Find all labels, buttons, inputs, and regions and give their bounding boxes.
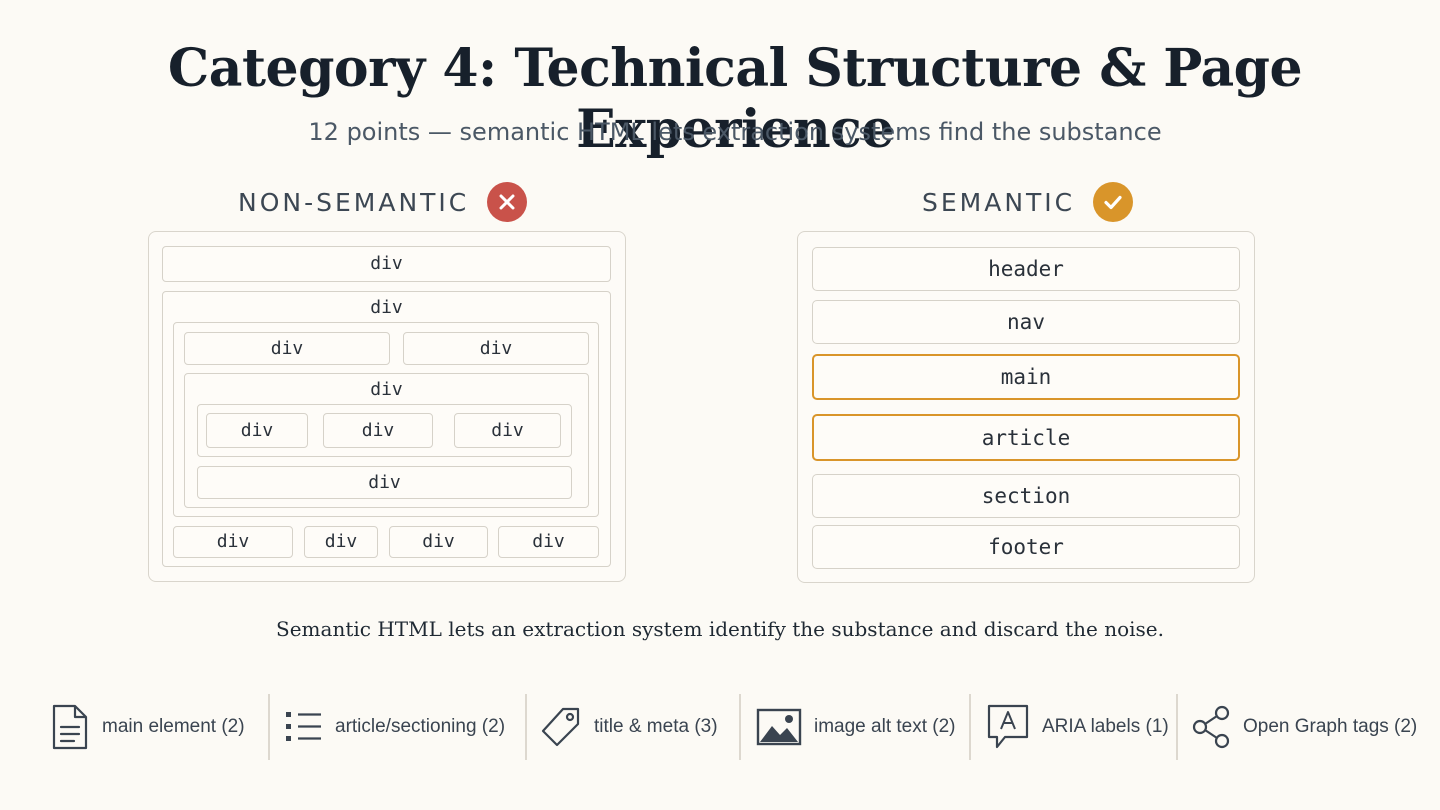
- legend-label: main element (2): [102, 716, 245, 737]
- div-box: div: [173, 526, 293, 558]
- legend-divider: [525, 694, 527, 760]
- semantic-element-nav: nav: [812, 300, 1240, 344]
- div-label: div: [422, 531, 455, 552]
- semantic-heading: SEMANTIC: [922, 182, 1134, 222]
- check-circle-icon: [1093, 182, 1134, 222]
- div-label: div: [240, 419, 274, 441]
- semantic-element-section: section: [812, 474, 1240, 518]
- legend-label: image alt text (2): [814, 716, 956, 737]
- image-icon: [756, 708, 802, 746]
- legend-label: Open Graph tags (2): [1243, 716, 1418, 737]
- legend-divider: [739, 694, 741, 760]
- div-label: div: [491, 419, 524, 441]
- legend-divider: [969, 694, 971, 760]
- div-box: div: [162, 246, 611, 282]
- div-label: div: [479, 337, 513, 359]
- div-box: div: [498, 526, 599, 558]
- semantic-element-label: article: [981, 425, 1071, 450]
- div-box: div: [197, 466, 572, 499]
- document-icon: [52, 704, 88, 750]
- div-label: div: [370, 253, 403, 274]
- legend-item-main-element: main element (2): [50, 692, 245, 762]
- speech-bubble-icon: [987, 704, 1029, 749]
- legend-item-aria-labels: ARIA labels (1): [986, 692, 1169, 762]
- div-label: div: [368, 471, 401, 493]
- semantic-element-label: footer: [988, 535, 1064, 559]
- legend-item-open-graph: Open Graph tags (2): [1191, 692, 1417, 762]
- div-label: div: [216, 531, 250, 552]
- div-label: div: [370, 297, 403, 318]
- caption: Semantic HTML lets an extraction system …: [276, 617, 1164, 641]
- list-icon: [286, 712, 321, 741]
- share-icon: [1192, 705, 1230, 749]
- tag-icon: [541, 707, 580, 747]
- page-subtitle: 12 points — semantic HTML lets extractio…: [308, 118, 1162, 146]
- semantic-element-header: header: [812, 247, 1240, 291]
- legend-label: article/sectioning (2): [335, 716, 506, 737]
- div-label: div: [270, 337, 304, 359]
- semantic-element-main: main: [812, 354, 1240, 400]
- semantic-element-article: article: [812, 414, 1240, 461]
- legend-label: ARIA labels (1): [1042, 716, 1169, 737]
- non-semantic-heading: NON-SEMANTIC: [238, 182, 528, 222]
- div-label: div: [324, 531, 358, 552]
- x-circle-icon: [487, 182, 528, 222]
- semantic-element-label: nav: [1007, 310, 1045, 334]
- div-box: div: [403, 332, 589, 365]
- div-box: div: [304, 526, 378, 558]
- div-label: div: [532, 531, 565, 552]
- legend-item-image-alt: image alt text (2): [756, 692, 956, 762]
- div-box: div: [184, 332, 390, 365]
- div-label: div: [361, 419, 395, 441]
- semantic-element-label: section: [981, 484, 1071, 508]
- legend-item-title-meta: title & meta (3): [540, 692, 718, 762]
- div-box: div: [454, 413, 561, 448]
- legend-item-article-sectioning: article/sectioning (2): [285, 692, 505, 762]
- semantic-heading-label: SEMANTIC: [922, 187, 1076, 217]
- legend-divider: [1176, 694, 1178, 760]
- semantic-element-label: header: [988, 257, 1064, 281]
- div-label: div: [370, 379, 403, 400]
- div-box: div: [206, 413, 308, 448]
- div-box: div: [323, 413, 433, 448]
- semantic-element-label: main: [1000, 365, 1052, 389]
- non-semantic-heading-label: NON-SEMANTIC: [238, 187, 470, 217]
- semantic-element-footer: footer: [812, 525, 1240, 569]
- div-box: div: [389, 526, 488, 558]
- legend-label: title & meta (3): [594, 716, 718, 737]
- legend-divider: [268, 694, 270, 760]
